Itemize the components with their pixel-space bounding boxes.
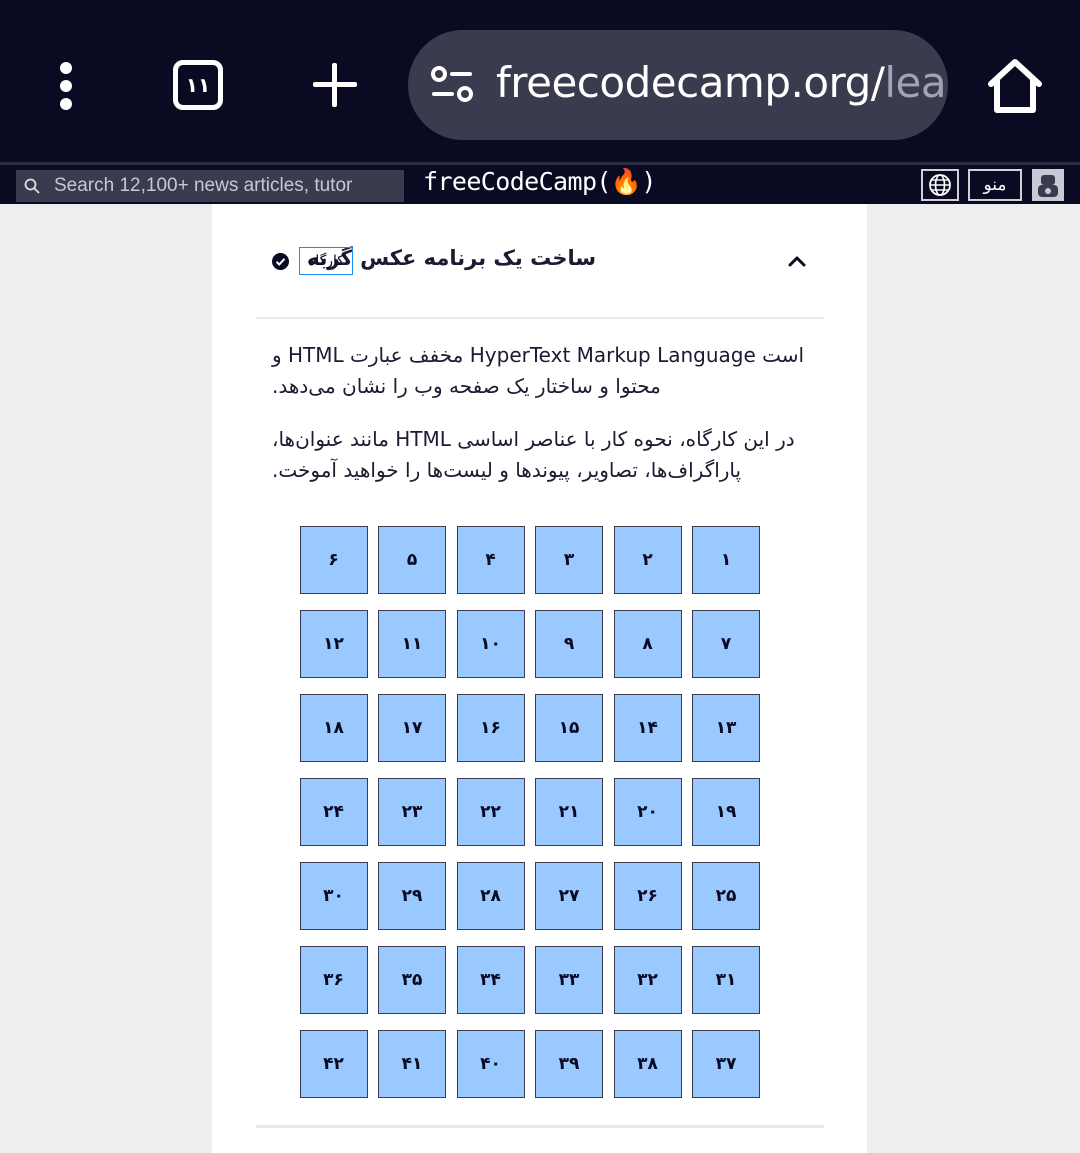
home-icon[interactable] <box>985 56 1045 116</box>
step-button[interactable]: ۲۱ <box>535 778 603 846</box>
step-button[interactable]: ۳۷ <box>692 1030 760 1098</box>
step-button[interactable]: ۱۵ <box>535 694 603 762</box>
step-button[interactable]: ۱۹ <box>692 778 760 846</box>
chevron-up-icon[interactable] <box>786 250 808 272</box>
step-button[interactable]: ۴ <box>456 526 525 594</box>
step-button[interactable]: ۱۲ <box>299 610 368 678</box>
step-button[interactable]: ۳۳ <box>535 946 603 1014</box>
step-button[interactable]: ۷ <box>692 610 760 678</box>
step-button[interactable]: ۲۸ <box>456 862 525 930</box>
language-button[interactable] <box>921 169 959 201</box>
block-description-2: در این کارگاه، نحوه کار با عناصر اساسی H… <box>272 427 795 482</box>
step-grid: ۱ ۲ ۳ ۴ ۵ ۶ ۷ ۸ ۹ ۱۰ ۱۱ ۱۲ ۱۳ ۱۴ ۱۵ ۱۶ ۱۷ ۱۸ ۱۹ ۲۰ ۲۱ ۲۲ ۲۳ ۲۴ ۲… <box>298 526 760 1098</box>
step-button[interactable]: ۱۳ <box>692 694 760 762</box>
step-button[interactable]: ۳۶ <box>299 946 368 1014</box>
step-button[interactable]: ۵ <box>378 526 446 594</box>
step-button[interactable]: ۱۶ <box>456 694 525 762</box>
step-button[interactable]: ۱۷ <box>378 694 446 762</box>
step-button[interactable]: ۲ <box>613 526 682 594</box>
step-button[interactable]: ۱۸ <box>299 694 368 762</box>
divider <box>256 317 824 319</box>
step-button[interactable]: ۳۸ <box>613 1030 682 1098</box>
step-button[interactable]: ۶ <box>299 526 368 594</box>
step-button[interactable]: ۳ <box>535 526 603 594</box>
block-description-1: است HyperText Markup Language مخفف عبارت… <box>272 343 805 398</box>
search-input[interactable] <box>54 170 394 202</box>
avatar[interactable] <box>1032 169 1064 201</box>
url-path: lea <box>884 58 947 107</box>
step-button[interactable]: ۴۰ <box>456 1030 525 1098</box>
check-circle-icon <box>272 253 289 270</box>
step-button[interactable]: ۳۲ <box>613 946 682 1014</box>
avatar-icon <box>1032 169 1064 201</box>
search-icon <box>24 178 40 194</box>
menu-button[interactable]: منو <box>968 169 1022 201</box>
step-button[interactable]: ۸ <box>613 610 682 678</box>
step-button[interactable]: ۲۹ <box>378 862 446 930</box>
tabs-button[interactable]: ۱۱ <box>173 60 223 110</box>
step-button[interactable]: ۲۵ <box>692 862 760 930</box>
site-settings-icon[interactable] <box>430 66 474 104</box>
step-button[interactable]: ۲۶ <box>613 862 682 930</box>
step-button[interactable]: ۲۷ <box>535 862 603 930</box>
fcc-logo[interactable]: freeCodeCamp(🔥) <box>423 167 656 197</box>
search-bar[interactable] <box>16 170 404 202</box>
url-text[interactable]: freecodecamp.org/lea <box>496 58 947 107</box>
globe-icon <box>929 174 951 196</box>
divider <box>256 1125 824 1128</box>
step-button[interactable]: ۳۹ <box>535 1030 603 1098</box>
step-button[interactable]: ۱۱ <box>378 610 446 678</box>
block-header[interactable]: ساخت یک برنامه عکس گربه کارگاه <box>256 232 824 292</box>
step-button[interactable]: ۲۰ <box>613 778 682 846</box>
step-button[interactable]: ۴۱ <box>378 1030 446 1098</box>
step-button[interactable]: ۹ <box>535 610 603 678</box>
step-button[interactable]: ۱۰ <box>456 610 525 678</box>
step-button[interactable]: ۱۴ <box>613 694 682 762</box>
step-button[interactable]: ۴۲ <box>299 1030 368 1098</box>
challenge-block-card: ساخت یک برنامه عکس گربه کارگاه است Hyper… <box>212 204 867 1153</box>
plus-icon[interactable] <box>310 60 360 110</box>
step-button[interactable]: ۳۴ <box>456 946 525 1014</box>
step-button[interactable]: ۲۳ <box>378 778 446 846</box>
url-domain: freecodecamp.org/ <box>496 58 885 107</box>
workshop-badge: کارگاه <box>299 247 353 275</box>
step-button[interactable]: ۲۴ <box>299 778 368 846</box>
step-button[interactable]: ۱ <box>692 526 760 594</box>
address-bar[interactable]: freecodecamp.org/lea <box>408 30 948 140</box>
kebab-menu-icon[interactable] <box>50 60 82 112</box>
site-navbar: freeCodeCamp(🔥) منو <box>0 162 1080 204</box>
step-button[interactable]: ۳۰ <box>299 862 368 930</box>
step-button[interactable]: ۳۵ <box>378 946 446 1014</box>
step-button[interactable]: ۳۱ <box>692 946 760 1014</box>
browser-toolbar: ۱۱ freecodecamp.org/lea <box>0 0 1080 162</box>
step-button[interactable]: ۲۲ <box>456 778 525 846</box>
